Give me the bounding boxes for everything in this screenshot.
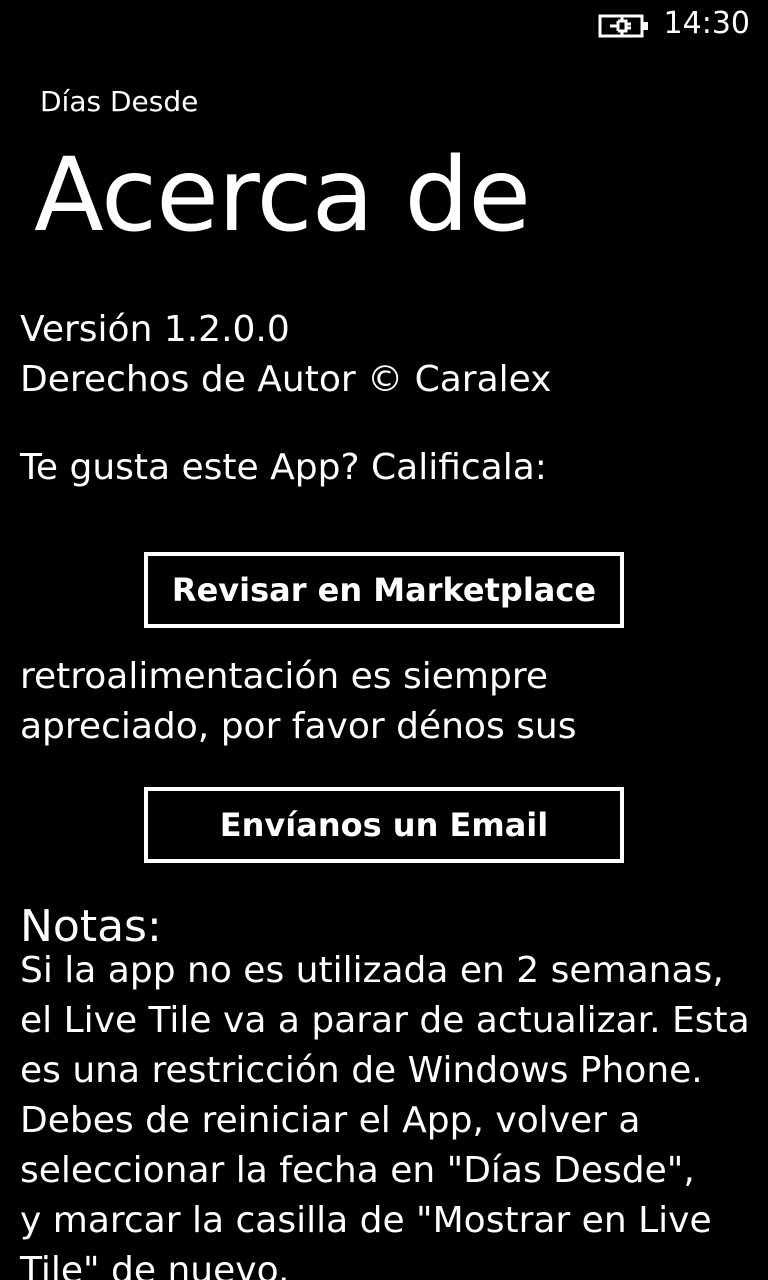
notes-line: Si la app no es utilizada en 2 semanas, (20, 950, 724, 991)
notes-line: Debes de reiniciar el App, volver a (20, 1100, 641, 1141)
status-bar: 14:30 (0, 0, 768, 50)
notes-body: Si la app no es utilizada en 2 semanas, … (20, 946, 760, 1280)
status-time: 14:30 (663, 6, 750, 41)
review-marketplace-button[interactable]: Revisar en Marketplace (144, 552, 624, 628)
notes-line: Tile" de nuevo. (20, 1250, 290, 1280)
rate-prompt: Te gusta este App? Calificala: (20, 447, 547, 488)
version-text: Versión 1.2.0.0 (20, 309, 290, 350)
about-screen: 14:30 Días Desde Acerca de Versión 1.2.0… (0, 0, 768, 1280)
send-email-button[interactable]: Envíanos un Email (144, 787, 624, 863)
battery-charging-icon (598, 14, 648, 38)
feedback-text-line: apreciado, por favor dénos sus (20, 706, 577, 747)
notes-line: es una restricción de Windows Phone. (20, 1050, 703, 1091)
feedback-text-line: retroalimentación es siempre (20, 656, 548, 697)
notes-line: el Live Tile va a parar de actualizar. E… (20, 1000, 750, 1041)
app-name: Días Desde (40, 85, 199, 118)
copyright-text: Derechos de Autor © Caralex (20, 359, 552, 400)
notes-line: seleccionar la fecha en "Días Desde", (20, 1150, 695, 1191)
page-title: Acerca de (34, 136, 531, 255)
notes-line: y marcar la casilla de "Mostrar en Live (20, 1200, 712, 1241)
